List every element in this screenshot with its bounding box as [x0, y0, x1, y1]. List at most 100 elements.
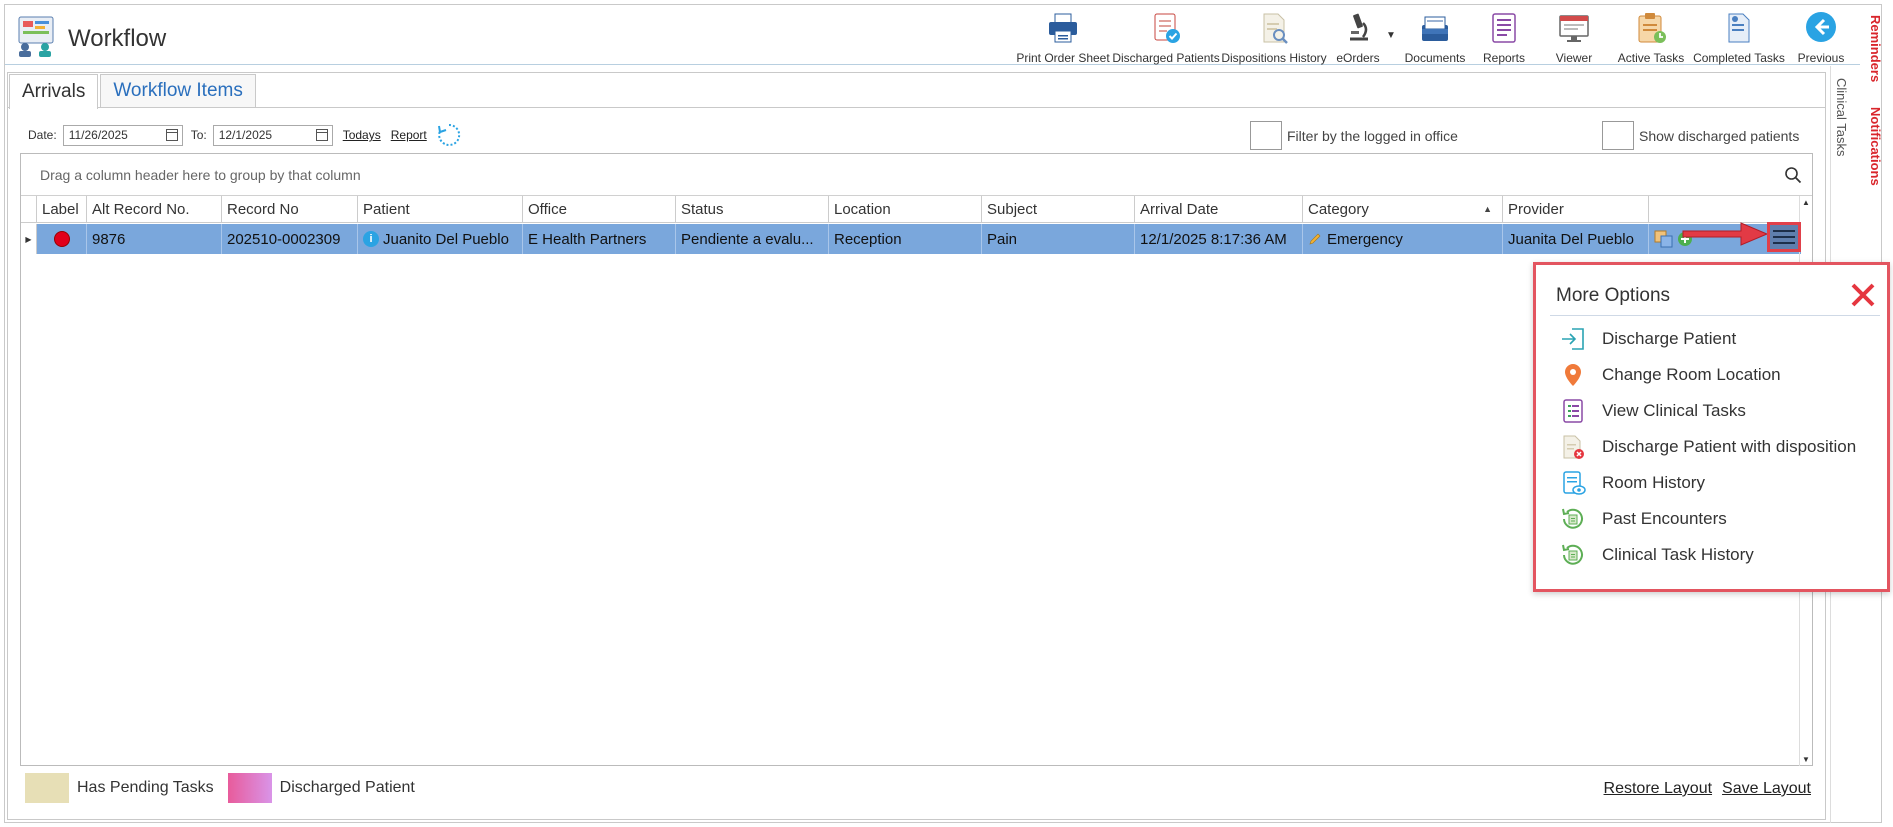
back-arrow-icon [1806, 12, 1836, 42]
column-header-label[interactable]: Label [37, 196, 87, 222]
group-by-panel[interactable]: Drag a column header here to group by th… [21, 154, 1812, 196]
eorders-button[interactable]: eOrders [1329, 5, 1387, 65]
table-row[interactable]: ▶ 9876 202510-0002309 i Juanito Del Pueb… [21, 224, 1801, 254]
report-link[interactable]: Report [391, 128, 427, 142]
menu-item-discharge-with-disposition[interactable]: Discharge Patient with disposition [1560, 429, 1856, 465]
column-header-patient[interactable]: Patient [358, 196, 523, 222]
clinical-tasks-side-tab[interactable]: Clinical Tasks [1834, 78, 1849, 157]
date-to-input[interactable]: 12/1/2025 [212, 124, 333, 146]
cell-provider: Juanita Del Pueblo [1503, 224, 1649, 254]
show-discharged-label: Show discharged patients [1639, 127, 1800, 144]
show-discharged-checkbox[interactable] [1602, 121, 1634, 150]
row-indicator-icon: ▶ [21, 224, 37, 254]
past-encounters-icon [1562, 508, 1583, 529]
cell-label [37, 224, 87, 254]
tab-workflow-items[interactable]: Workflow Items [100, 74, 256, 108]
discharged-patients-icon [1154, 13, 1180, 43]
column-header-subject[interactable]: Subject [982, 196, 1135, 222]
documents-icon [1422, 16, 1448, 41]
viewer-label: Viewer [1555, 51, 1593, 65]
save-layout-link[interactable]: Save Layout [1722, 780, 1811, 798]
menu-item-view-clinical-tasks[interactable]: View Clinical Tasks [1560, 393, 1856, 429]
pending-tasks-swatch [25, 773, 69, 803]
cell-category-text: Emergency [1327, 230, 1403, 248]
calendar-icon[interactable] [165, 128, 178, 141]
column-header-office[interactable]: Office [523, 196, 676, 222]
reports-label: Reports [1482, 51, 1526, 65]
print-order-sheet-label: Print Order Sheet [1016, 51, 1110, 65]
column-header-arrival-date[interactable]: Arrival Date [1135, 196, 1303, 222]
column-header-record-no[interactable]: Record No [222, 196, 358, 222]
eorders-dropdown-arrow[interactable]: ▼ [1383, 5, 1399, 65]
print-order-sheet-button[interactable]: Print Order Sheet [1013, 5, 1113, 65]
restore-layout-link[interactable]: Restore Layout [1604, 780, 1713, 798]
menu-item-label: Room History [1602, 473, 1705, 492]
documents-button[interactable]: Documents [1399, 5, 1471, 65]
column-header-provider[interactable]: Provider [1503, 196, 1649, 222]
menu-item-label: Past Encounters [1602, 509, 1727, 528]
more-options-popup: More Options Discharge Patient Change Ro… [1533, 262, 1890, 592]
menu-item-discharge-patient[interactable]: Discharge Patient [1560, 321, 1856, 357]
column-header-actions [1649, 196, 1801, 222]
room-history-icon [1563, 471, 1586, 495]
close-icon[interactable] [1849, 281, 1877, 309]
date-from-value: 11/26/2025 [68, 128, 128, 142]
document-x-icon [1563, 435, 1584, 459]
column-header-location[interactable]: Location [829, 196, 982, 222]
discharged-patient-label: Discharged Patient [279, 779, 415, 796]
tab-arrivals[interactable]: Arrivals [9, 74, 99, 109]
date-from-label: Date: [28, 128, 57, 142]
reports-button[interactable]: Reports [1471, 5, 1537, 65]
cell-category: Emergency [1303, 224, 1503, 254]
previous-button[interactable]: Previous [1787, 5, 1855, 65]
callout-arrow-icon [1682, 222, 1769, 246]
calendar-icon[interactable] [315, 128, 328, 141]
menu-item-label: Clinical Task History [1602, 545, 1754, 564]
scroll-up-icon[interactable]: ▲ [1802, 198, 1810, 207]
more-options-button[interactable] [1767, 222, 1801, 252]
pending-tasks-label: Has Pending Tasks [77, 779, 214, 796]
active-tasks-icon [1638, 13, 1666, 43]
toolbar: Print Order Sheet Discharged Patients Di… [1013, 5, 1855, 65]
filter-office-option: Filter by the logged in office [1250, 121, 1458, 150]
patient-info-icon[interactable]: i [363, 231, 379, 247]
eorders-label: eOrders [1336, 51, 1380, 65]
date-from-input[interactable]: 11/26/2025 [62, 124, 183, 146]
column-header-status[interactable]: Status [676, 196, 829, 222]
completed-tasks-label: Completed Tasks [1693, 51, 1785, 65]
dispositions-history-button[interactable]: Dispositions History [1219, 5, 1329, 65]
discharged-patients-button[interactable]: Discharged Patients [1112, 5, 1220, 65]
layout-links: Restore Layout Save Layout [1604, 780, 1811, 798]
filter-bar: Date: 11/26/2025 To: 12/1/2025 Todays Re… [28, 123, 461, 147]
printer-icon [1049, 13, 1077, 43]
column-header-alt-record-no[interactable]: Alt Record No. [87, 196, 222, 222]
copy-records-icon[interactable] [1654, 230, 1674, 248]
tab-strip-line [7, 107, 1826, 108]
cell-alt-record-no: 9876 [87, 224, 222, 254]
discharged-patient-swatch [227, 773, 272, 803]
grid-header-row: Label Alt Record No. Record No Patient O… [21, 196, 1801, 223]
filter-office-checkbox[interactable] [1250, 121, 1282, 150]
cell-patient: i Juanito Del Pueblo [358, 224, 523, 254]
scroll-down-icon[interactable]: ▼ [1802, 755, 1810, 764]
cell-arrival-date: 12/1/2025 8:17:36 AM [1135, 224, 1303, 254]
completed-tasks-button[interactable]: Completed Tasks [1691, 5, 1787, 65]
menu-item-room-history[interactable]: Room History [1560, 465, 1856, 501]
menu-item-clinical-task-history[interactable]: Clinical Task History [1560, 537, 1856, 573]
clinical-task-history-icon [1562, 544, 1583, 565]
search-icon[interactable] [1784, 166, 1802, 184]
active-tasks-button[interactable]: Active Tasks [1611, 5, 1691, 65]
refresh-icon[interactable] [437, 123, 461, 147]
column-header-category[interactable]: Category ▲ [1303, 196, 1503, 222]
reminders-side-tab[interactable]: Reminders [1868, 15, 1883, 82]
menu-item-label: View Clinical Tasks [1602, 401, 1746, 420]
todays-link[interactable]: Todays [343, 128, 381, 142]
popup-divider [1550, 315, 1880, 316]
task-list-icon [1563, 399, 1583, 423]
menu-item-change-room-location[interactable]: Change Room Location [1560, 357, 1856, 393]
viewer-button[interactable]: Viewer [1537, 5, 1611, 65]
menu-item-past-encounters[interactable]: Past Encounters [1560, 501, 1856, 537]
notifications-side-tab[interactable]: Notifications [1868, 107, 1883, 186]
chevron-down-icon: ▼ [1386, 29, 1396, 41]
documents-label: Documents [1404, 51, 1466, 65]
